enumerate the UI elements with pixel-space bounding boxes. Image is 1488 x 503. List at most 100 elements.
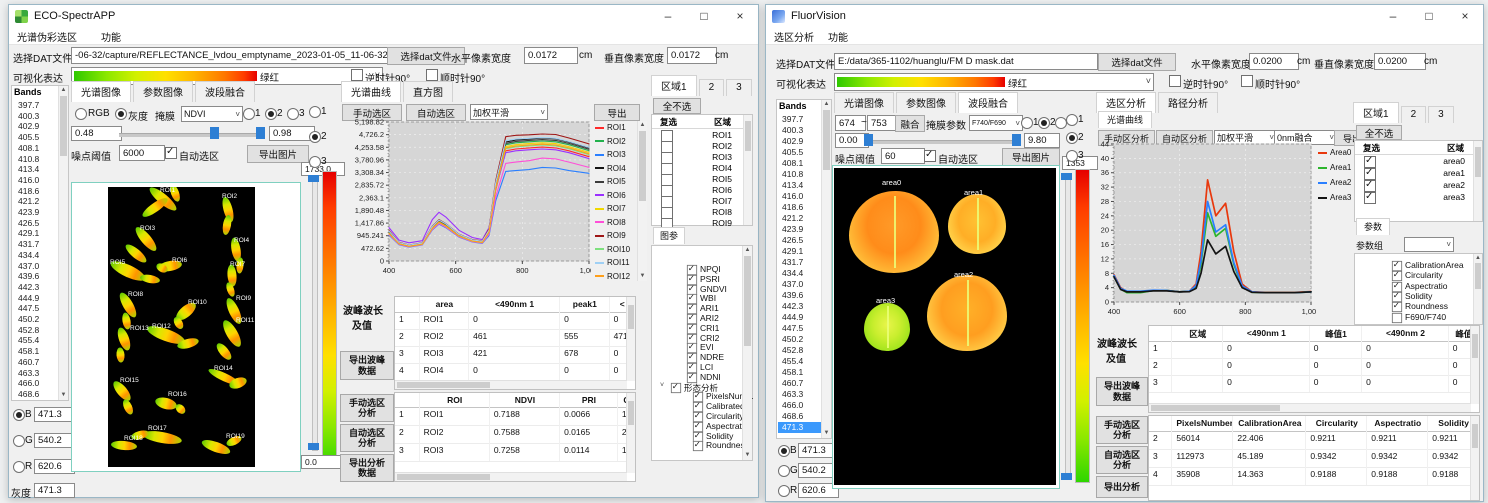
band-item[interactable]: 410.8 xyxy=(778,169,821,180)
band-g-radio[interactable] xyxy=(778,465,790,477)
band-item[interactable]: 405.5 xyxy=(14,132,58,143)
table-row[interactable]: 3ROI34216780 xyxy=(395,346,635,364)
sprout-image[interactable]: ROI1ROI2ROI3ROI4ROI5ROI6ROI7ROI8ROI9ROI1… xyxy=(108,187,255,467)
band-item[interactable]: 468.6 xyxy=(14,389,58,400)
table-row[interactable]: 1ROI1000 xyxy=(395,312,635,330)
band-item[interactable]: 416.0 xyxy=(778,191,821,202)
rgb-radio[interactable] xyxy=(75,108,87,120)
table-row[interactable]: 25601422.4060.92110.92110.9211 xyxy=(1149,431,1479,450)
band-item[interactable]: 426.5 xyxy=(778,235,821,246)
colorbar-slider-track[interactable] xyxy=(1065,177,1071,477)
maximize-button[interactable]: □ xyxy=(1411,5,1447,27)
bands-list[interactable]: 397.7400.3402.9405.5408.1410.8413.4416.0… xyxy=(778,114,821,438)
band-item[interactable]: 423.9 xyxy=(778,224,821,235)
minimize-button[interactable]: – xyxy=(1375,5,1411,27)
auto-roi-checkbox[interactable] xyxy=(165,147,177,159)
range-slider-handle[interactable] xyxy=(864,134,873,146)
thumb[interactable] xyxy=(1151,405,1280,411)
range-slider-handle2[interactable] xyxy=(256,127,265,139)
thumb[interactable] xyxy=(745,121,751,151)
band-item[interactable]: 429.1 xyxy=(778,246,821,257)
table-hscroll[interactable] xyxy=(395,380,627,389)
radio-1[interactable] xyxy=(243,108,255,120)
band-item[interactable]: 437.0 xyxy=(778,279,821,290)
tab-curve-1[interactable]: 直方图 xyxy=(403,81,453,102)
band-item[interactable]: 437.0 xyxy=(14,261,58,272)
menu-roi-analysis[interactable]: 选区分析 xyxy=(774,29,814,44)
band-item[interactable]: 463.3 xyxy=(14,368,58,379)
radio-1[interactable] xyxy=(1066,114,1078,126)
band-item[interactable]: 421.2 xyxy=(14,196,58,207)
band-item[interactable]: 408.1 xyxy=(778,158,821,169)
export-curve-button[interactable]: 导出 xyxy=(594,104,640,121)
rotate-ccw-checkbox[interactable] xyxy=(1169,75,1181,87)
radio-2[interactable] xyxy=(1038,117,1050,129)
params-tab[interactable]: 图参 xyxy=(653,227,685,244)
colorbar-slider-bottom-handle[interactable] xyxy=(1061,473,1072,480)
band-item[interactable]: 402.9 xyxy=(778,136,821,147)
rotate-ccw-checkbox[interactable] xyxy=(351,69,363,81)
gray-band-input[interactable]: 471.3 xyxy=(34,483,75,498)
band-item[interactable]: 442.3 xyxy=(14,282,58,293)
band-item[interactable]: 455.4 xyxy=(14,335,58,346)
band-item[interactable]: 408.1 xyxy=(14,143,58,154)
tab-analysis-0[interactable]: 选区分析 xyxy=(1096,92,1156,113)
range-slider-track[interactable] xyxy=(866,140,1018,144)
curve-subtab[interactable]: 光谱曲线 xyxy=(1098,111,1152,128)
deselect-all-button[interactable]: 全不选 xyxy=(653,98,701,114)
band-item[interactable]: 431.7 xyxy=(778,257,821,268)
band-item[interactable]: 418.6 xyxy=(14,186,58,197)
menu-functions[interactable]: 功能 xyxy=(101,29,121,44)
export-peak-button[interactable]: 导出波峰数据 xyxy=(1096,377,1148,406)
band-item[interactable]: 463.3 xyxy=(778,389,821,400)
tab-region-2[interactable]: 3 xyxy=(1428,106,1454,123)
band-item[interactable]: 452.8 xyxy=(14,325,58,336)
tab-region-1[interactable]: 2 xyxy=(699,79,725,96)
tree-vscroll[interactable]: ▲▼ xyxy=(742,246,752,460)
titlebar[interactable]: ECO-SpectrAPP – □ × xyxy=(9,5,758,27)
radio-2[interactable] xyxy=(265,108,277,120)
dat-file-path-input[interactable]: -06-32/capture/REFLECTANCE_lvdou_emptyna… xyxy=(71,47,389,64)
radio-3[interactable] xyxy=(309,156,321,168)
band-item[interactable]: 455.4 xyxy=(778,356,821,367)
band-g-input[interactable]: 540.2 xyxy=(34,433,75,448)
band-item[interactable]: 460.7 xyxy=(14,357,58,368)
table-row[interactable]: 1ROI10.71880.00661.9774 xyxy=(395,407,635,426)
menu-pseudocolor-roi[interactable]: 光谱伪彩选区 xyxy=(17,29,77,44)
band-item[interactable]: 434.4 xyxy=(14,250,58,261)
thumb[interactable] xyxy=(1472,424,1478,448)
table-row[interactable]: 10000 xyxy=(1149,341,1479,359)
table-row[interactable]: 2ROI20.75880.01652.2339 xyxy=(395,425,635,444)
check-vscroll[interactable] xyxy=(1473,141,1482,221)
band-b-input[interactable]: 471.3 xyxy=(34,407,75,422)
auto-roi-analysis-button[interactable]: 自动选区分析 xyxy=(340,424,394,452)
radio-3[interactable] xyxy=(287,108,299,120)
param-checkbox-Circularity[interactable] xyxy=(1392,271,1402,281)
tree-expand-icon[interactable]: ˅ xyxy=(660,382,664,389)
colormap-combobox[interactable]: 绿红 ˅ xyxy=(834,73,1154,91)
table-row[interactable]: 2ROI2461555471 xyxy=(395,329,635,347)
bands-scrollbar[interactable]: ▲▼ xyxy=(821,100,831,438)
table-row[interactable]: 20000 xyxy=(1149,358,1479,376)
radio-2[interactable] xyxy=(1066,132,1078,144)
range-min-input[interactable]: 0.48 xyxy=(71,126,122,141)
param-checkbox-F690/F740[interactable] xyxy=(1392,312,1402,322)
titlebar[interactable]: FluorVision – □ × xyxy=(766,5,1483,27)
band-item[interactable]: 418.6 xyxy=(778,202,821,213)
range-max-input[interactable]: 9.80 xyxy=(1024,133,1060,148)
band-item[interactable]: 416.0 xyxy=(14,175,58,186)
export-analysis-button[interactable]: 导出分析 xyxy=(1096,476,1148,498)
bands-list[interactable]: 397.7400.3402.9405.5408.1410.8413.4416.0… xyxy=(14,100,58,400)
close-button[interactable]: × xyxy=(1447,5,1483,27)
range-slider-handle2[interactable] xyxy=(1012,134,1021,146)
band-item[interactable]: 400.3 xyxy=(778,125,821,136)
auto-roi-analysis-button[interactable]: 自动选区分析 xyxy=(1096,446,1148,474)
list-vscroll[interactable]: ▲ xyxy=(1473,254,1482,324)
colorbar-slider-top-handle[interactable] xyxy=(1061,173,1072,180)
tab-image-0[interactable]: 光谱图像 xyxy=(71,81,131,102)
table-hscroll[interactable] xyxy=(395,472,627,481)
tab-analysis-1[interactable]: 路径分析 xyxy=(1158,92,1218,113)
dat-file-path-input[interactable]: E:/data/365-1102/huanglu/FM D mask.dat xyxy=(834,53,1098,70)
noise-threshold-input[interactable]: 60 xyxy=(881,148,925,164)
gray-radio[interactable] xyxy=(115,108,127,120)
